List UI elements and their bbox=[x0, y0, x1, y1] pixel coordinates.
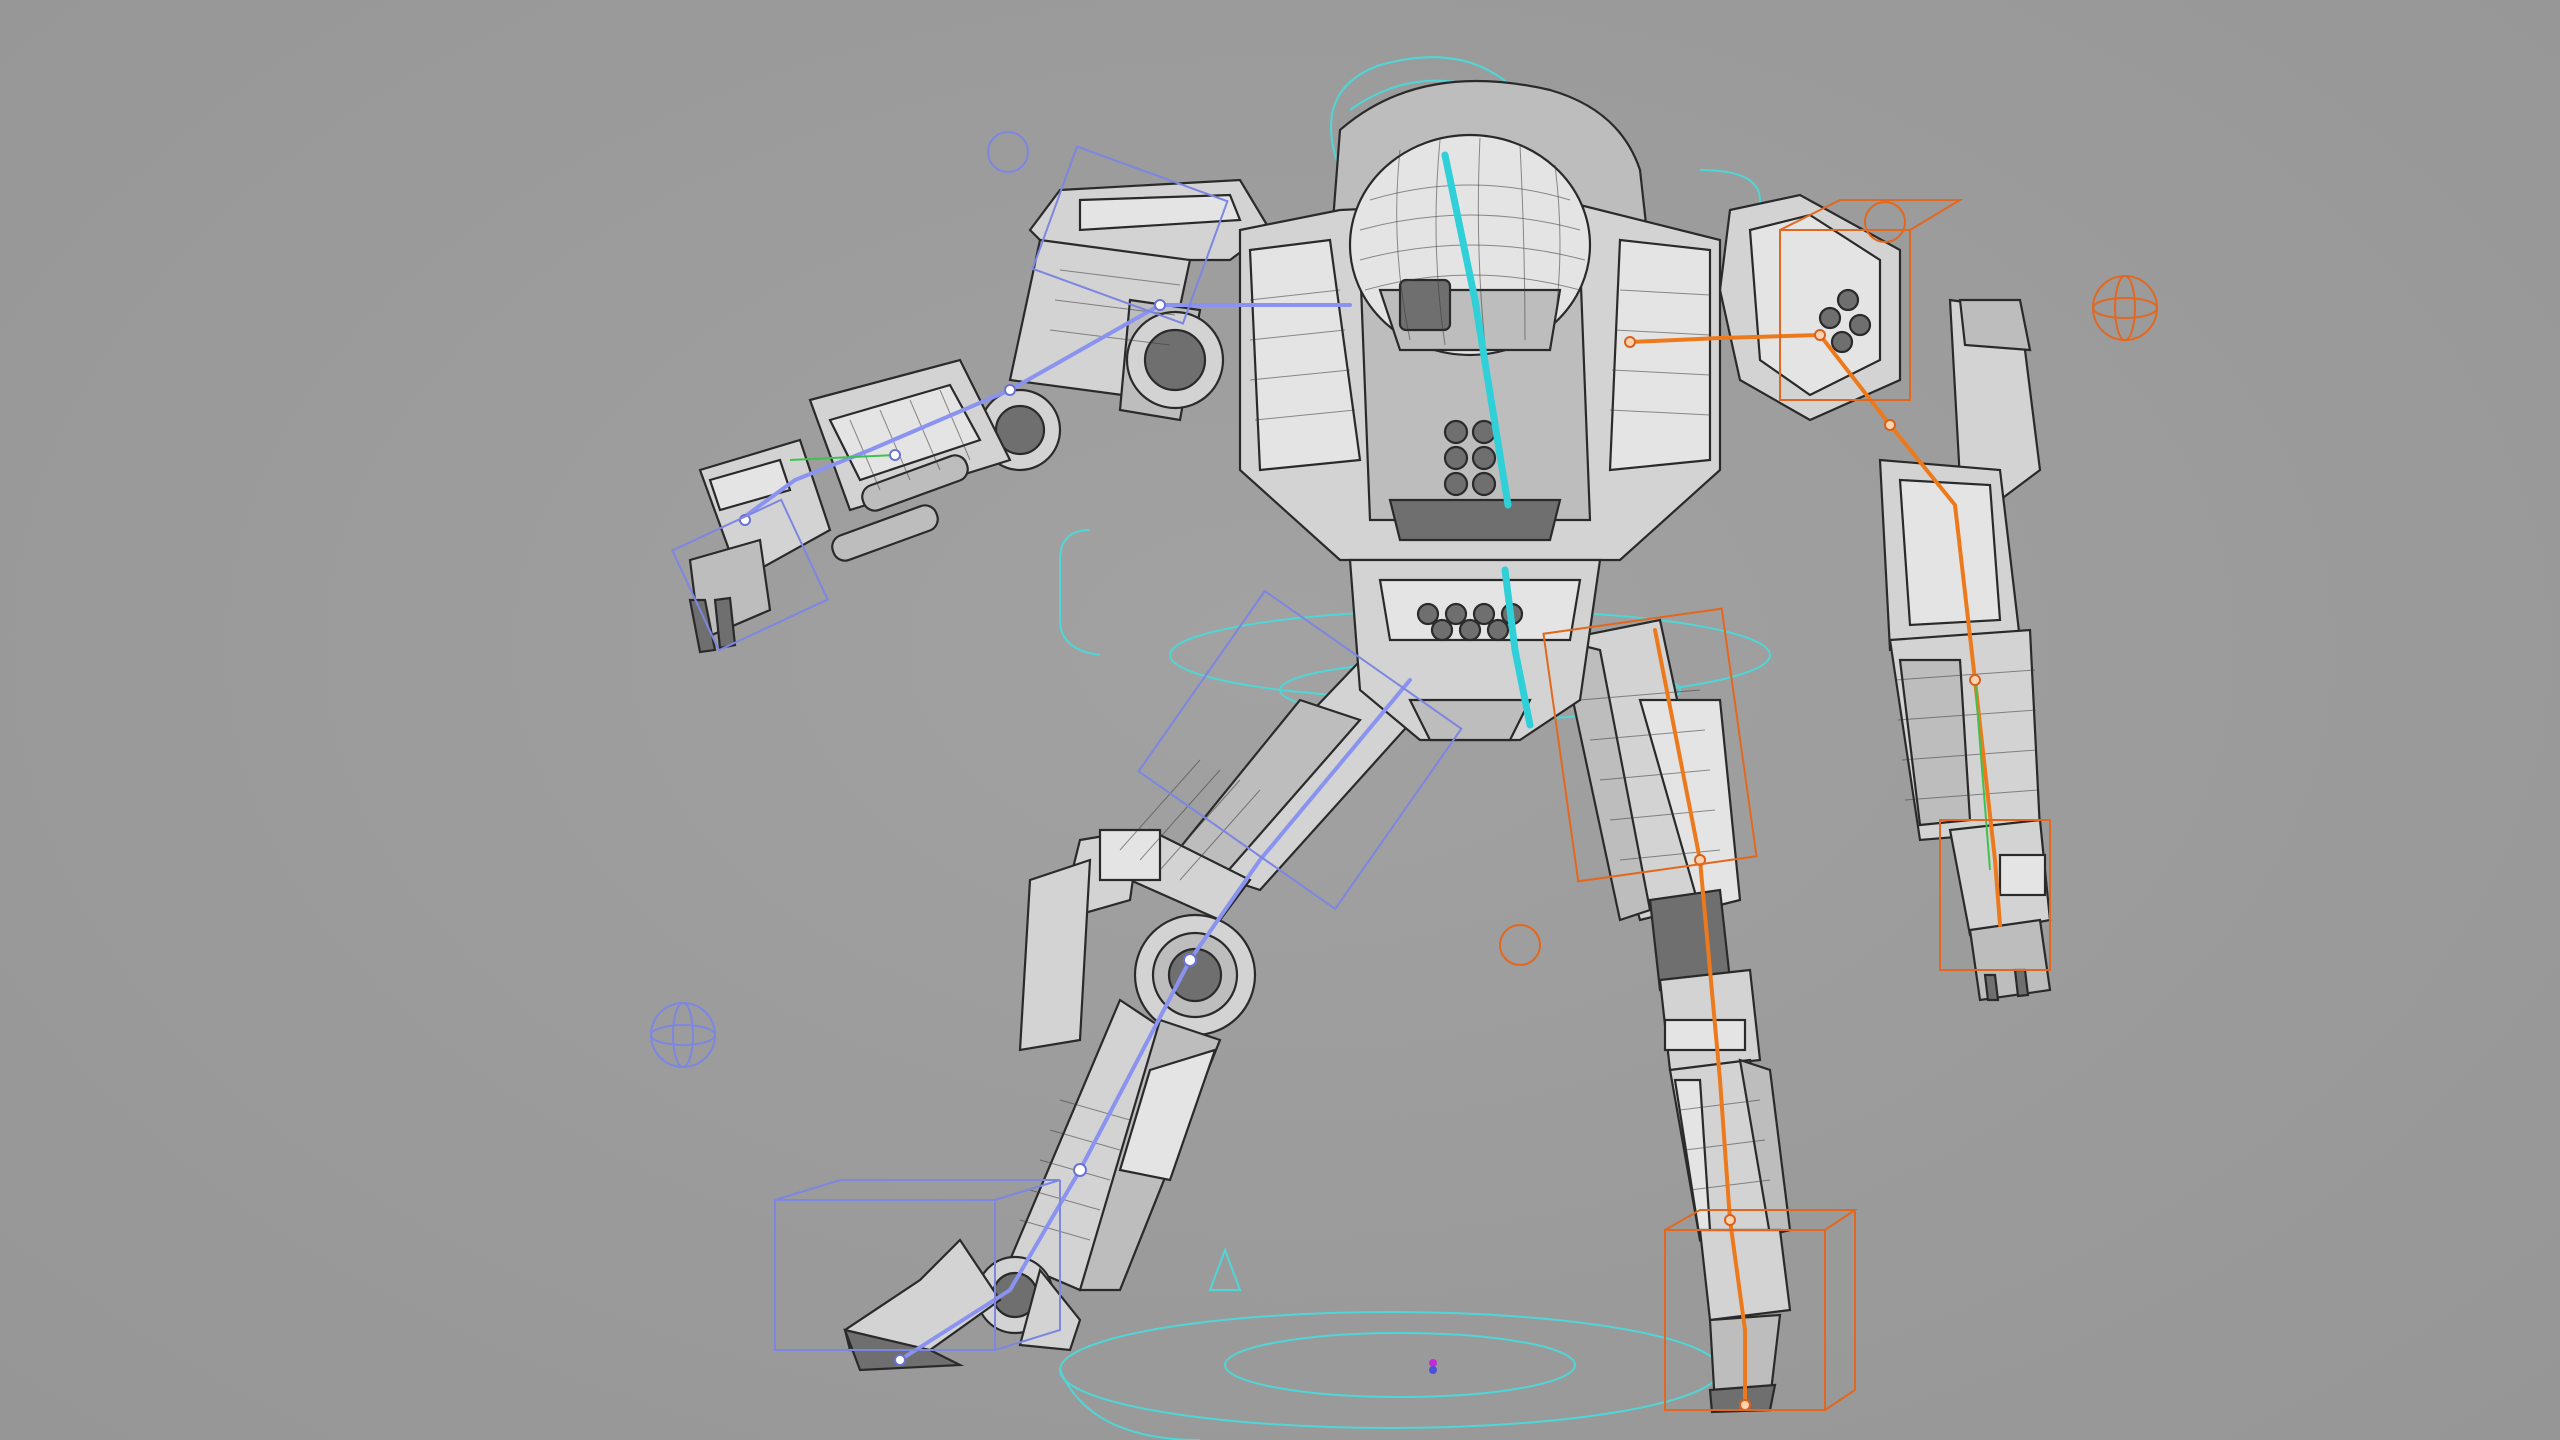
sphere-control-icon[interactable] bbox=[650, 1002, 716, 1068]
right-arm-mesh bbox=[1718, 193, 2052, 1002]
3d-viewport[interactable] bbox=[0, 0, 2560, 1440]
pole-control-left-elbow[interactable] bbox=[987, 131, 1029, 173]
pole-control-right-shoulder[interactable] bbox=[1864, 201, 1906, 243]
sphere-control-icon[interactable] bbox=[2092, 275, 2158, 341]
pole-control-right-knee[interactable] bbox=[1499, 924, 1541, 966]
left-arm-mesh bbox=[688, 178, 1272, 654]
root-control[interactable] bbox=[1059, 1247, 1721, 1440]
origin-marker-icon bbox=[1429, 1359, 1437, 1374]
